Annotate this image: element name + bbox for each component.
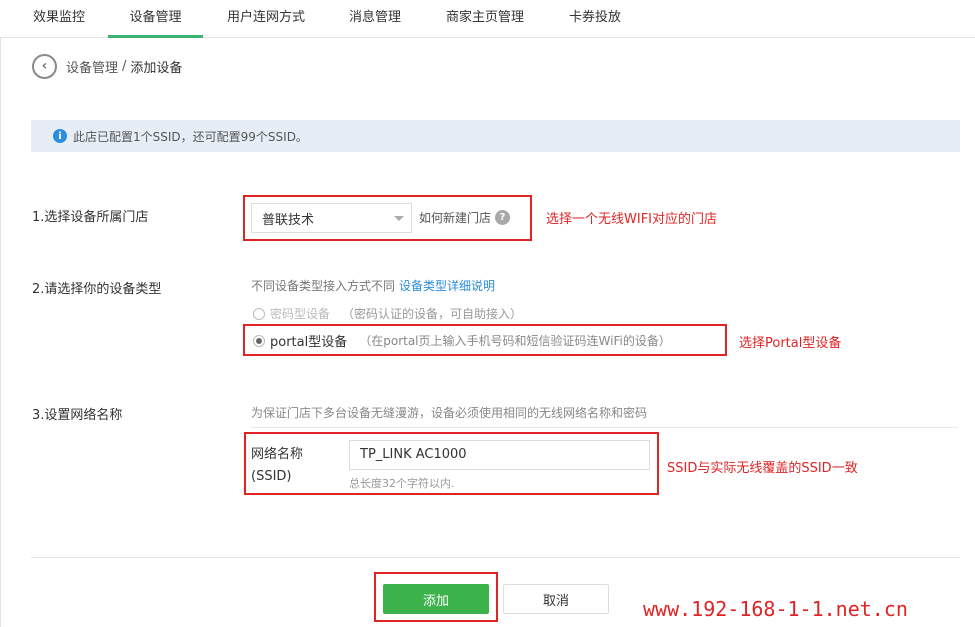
top-nav: 效果监控 设备管理 用户连网方式 消息管理 商家主页管理 卡券投放 (0, 0, 975, 38)
step3-label: 3.设置网络名称 (32, 408, 123, 423)
breadcrumb-current: 添加设备 (130, 60, 183, 76)
radio-portal-device[interactable]: portal型设备 （在portal页上输入手机号码和短信验证码连WiFi的设备… (253, 331, 671, 350)
step2-label: 2.请选择你的设备类型 (32, 282, 162, 297)
breadcrumb-parent[interactable]: 设备管理 (66, 57, 118, 76)
annotation-portal-text: 选择Portal型设备 (739, 336, 842, 351)
section-divider (251, 427, 958, 428)
store-select-value: 普联技术 (262, 212, 315, 228)
content-border (0, 38, 1, 627)
breadcrumb-separator: / (122, 58, 127, 74)
radio-password-device-label: 密码型设备 (270, 307, 331, 321)
breadcrumb: ‹ 设备管理 / 添加设备 (32, 53, 182, 79)
radio-button-checked[interactable] (253, 334, 265, 347)
tab-merchant-homepage[interactable]: 商家主页管理 (430, 0, 540, 38)
help-icon[interactable]: ? (495, 210, 511, 225)
how-to-create-store-text: 如何新建门店 (419, 211, 492, 225)
store-select[interactable]: 普联技术 (251, 203, 412, 233)
tab-coupon-delivery[interactable]: 卡券投放 (554, 0, 636, 38)
cancel-button[interactable]: 取消 (503, 584, 609, 614)
add-button[interactable]: 添加 (383, 584, 489, 614)
ssid-input[interactable]: TP_LINK AC1000 (349, 440, 650, 470)
radio-password-device[interactable]: 密码型设备 （密码认证的设备，可自助接入） (253, 305, 522, 322)
ssid-field-label: 网络名称 (SSID) (251, 444, 303, 488)
radio-button[interactable] (253, 307, 265, 320)
annotation-store-text: 选择一个无线WIFI对应的门店 (546, 212, 717, 227)
annotation-ssid-text: SSID与实际无线覆盖的SSID一致 (667, 461, 858, 476)
tab-message-management[interactable]: 消息管理 (334, 0, 416, 38)
ssid-roaming-hint: 为保证门店下多台设备无缝漫游，设备必须使用相同的无线网络名称和密码 (251, 406, 648, 420)
ssid-notice-text: 此店已配置1个SSID，还可配置99个SSID。 (73, 129, 308, 144)
step1-label: 1.选择设备所属门店 (32, 210, 149, 225)
info-icon: i (53, 129, 67, 143)
radio-portal-device-label: portal型设备 (270, 335, 348, 350)
ssid-length-help: 总长度32个字符以内. (349, 477, 455, 490)
device-type-hint-text: 不同设备类型接入方式不同 (251, 279, 396, 293)
tab-user-connect-method[interactable]: 用户连网方式 (212, 0, 320, 38)
chevron-down-icon (394, 216, 404, 221)
radio-password-device-desc: （密码认证的设备，可自助接入） (342, 307, 523, 321)
ssid-label-line1: 网络名称 (251, 447, 304, 462)
site-watermark: www.192-168-1-1.net.cn (643, 597, 908, 621)
device-type-detail-link[interactable]: 设备类型详细说明 (399, 279, 495, 293)
ssid-label-line2: (SSID) (251, 469, 292, 484)
chevron-left-icon[interactable]: ‹ (32, 53, 57, 79)
footer-divider (31, 557, 960, 558)
tab-device-management[interactable]: 设备管理 (108, 0, 203, 38)
radio-portal-device-desc: （在portal页上输入手机号码和短信验证码连WiFi的设备） (359, 334, 671, 348)
device-type-hint: 不同设备类型接入方式不同 设备类型详细说明 (251, 277, 495, 294)
ssid-notice-bar: i 此店已配置1个SSID，还可配置99个SSID。 (31, 120, 960, 152)
how-to-create-store-link[interactable]: 如何新建门店 ? (419, 209, 511, 226)
tab-effect-monitor[interactable]: 效果监控 (18, 0, 100, 38)
